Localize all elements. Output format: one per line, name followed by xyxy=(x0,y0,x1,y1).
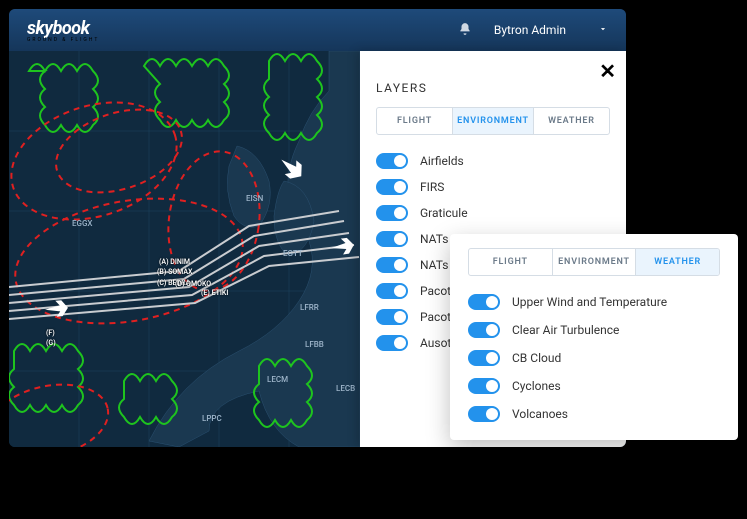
logo-subtitle: GROUND & FLIGHT xyxy=(27,37,99,43)
layer-toggle[interactable] xyxy=(468,294,500,310)
layer-toggle[interactable] xyxy=(468,350,500,366)
layer-row: Upper Wind and Temperature xyxy=(468,294,720,310)
fir-label: EISN xyxy=(246,194,263,203)
logo: skybook GROUND & FLIGHT xyxy=(27,18,99,43)
logo-text: skybook xyxy=(27,18,89,39)
tab-flight[interactable]: FLIGHT xyxy=(469,249,553,275)
fir-label: EGGX xyxy=(72,219,92,228)
fir-label: LFRR xyxy=(300,303,319,312)
header-right: Bytron Admin xyxy=(458,22,608,39)
layer-row: CB Cloud xyxy=(468,350,720,366)
tab-weather[interactable]: WEATHER xyxy=(636,249,719,275)
waypoint-label: (A) DINIM xyxy=(159,258,190,266)
layer-toggle[interactable] xyxy=(376,205,408,221)
fir-label: LECM xyxy=(267,375,288,384)
fir-label: LECB xyxy=(336,384,355,393)
layer-row: Graticule xyxy=(376,205,610,221)
tab-flight[interactable]: FLIGHT xyxy=(377,108,453,134)
layer-label: CB Cloud xyxy=(512,351,561,365)
user-name: Bytron Admin xyxy=(494,23,566,37)
layer-row: Cyclones xyxy=(468,378,720,394)
tab-environment[interactable]: ENVIRONMENT xyxy=(553,249,637,275)
layer-label: Volcanoes xyxy=(512,407,568,421)
waypoint-label: (F) xyxy=(46,329,55,337)
notifications-icon[interactable] xyxy=(458,22,472,39)
layer-toggle[interactable] xyxy=(376,257,408,273)
fir-label: LFBB xyxy=(305,340,324,349)
close-icon[interactable]: ✕ xyxy=(599,59,616,83)
waypoint-label: (B) SOMAX xyxy=(157,268,192,276)
weather-layers-popup: FLIGHTENVIRONMENTWEATHER Upper Wind and … xyxy=(450,234,738,440)
fir-label: EGTT xyxy=(283,249,303,258)
layer-toggle[interactable] xyxy=(376,335,408,351)
map-svg xyxy=(9,51,360,447)
layer-label: Clear Air Turbulence xyxy=(512,323,619,337)
panel-title: LAYERS xyxy=(376,81,610,95)
layer-toggle[interactable] xyxy=(376,283,408,299)
layer-label: FIRS xyxy=(420,180,444,194)
waypoint-label: (D) OMOKO xyxy=(175,280,211,288)
header-bar: skybook GROUND & FLIGHT Bytron Admin xyxy=(9,9,626,51)
layer-toggle[interactable] xyxy=(376,309,408,325)
weather-tabs: FLIGHTENVIRONMENTWEATHER xyxy=(468,248,720,276)
chevron-down-icon xyxy=(598,23,608,37)
user-menu[interactable]: Bytron Admin xyxy=(494,23,608,37)
layer-label: Upper Wind and Temperature xyxy=(512,295,667,309)
layer-label: Graticule xyxy=(420,206,468,220)
layer-row: Volcanoes xyxy=(468,406,720,422)
weather-layer-list: Upper Wind and Temperature Clear Air Turb… xyxy=(468,294,720,422)
waypoint-label: (G) xyxy=(46,339,56,347)
layer-toggle[interactable] xyxy=(468,406,500,422)
layer-row: Airfields xyxy=(376,153,610,169)
tab-weather[interactable]: WEATHER xyxy=(534,108,609,134)
layer-toggle[interactable] xyxy=(376,153,408,169)
layers-tabs: FLIGHTENVIRONMENTWEATHER xyxy=(376,107,610,135)
layer-label: Cyclones xyxy=(512,379,561,393)
layer-row: Clear Air Turbulence xyxy=(468,322,720,338)
waypoint-label: (E) ETIKI xyxy=(201,289,228,297)
layer-label: Airfields xyxy=(420,154,464,168)
layer-row: FIRS xyxy=(376,179,610,195)
layer-toggle[interactable] xyxy=(376,179,408,195)
layer-toggle[interactable] xyxy=(376,231,408,247)
map-canvas[interactable]: EGGX EISN EGTT LFRR LFBB LECM LECB LPPC (A) DINI… xyxy=(9,51,360,447)
fir-label: LPPC xyxy=(202,414,222,423)
layer-toggle[interactable] xyxy=(468,322,500,338)
layer-toggle[interactable] xyxy=(468,378,500,394)
tab-environment[interactable]: ENVIRONMENT xyxy=(453,108,534,134)
